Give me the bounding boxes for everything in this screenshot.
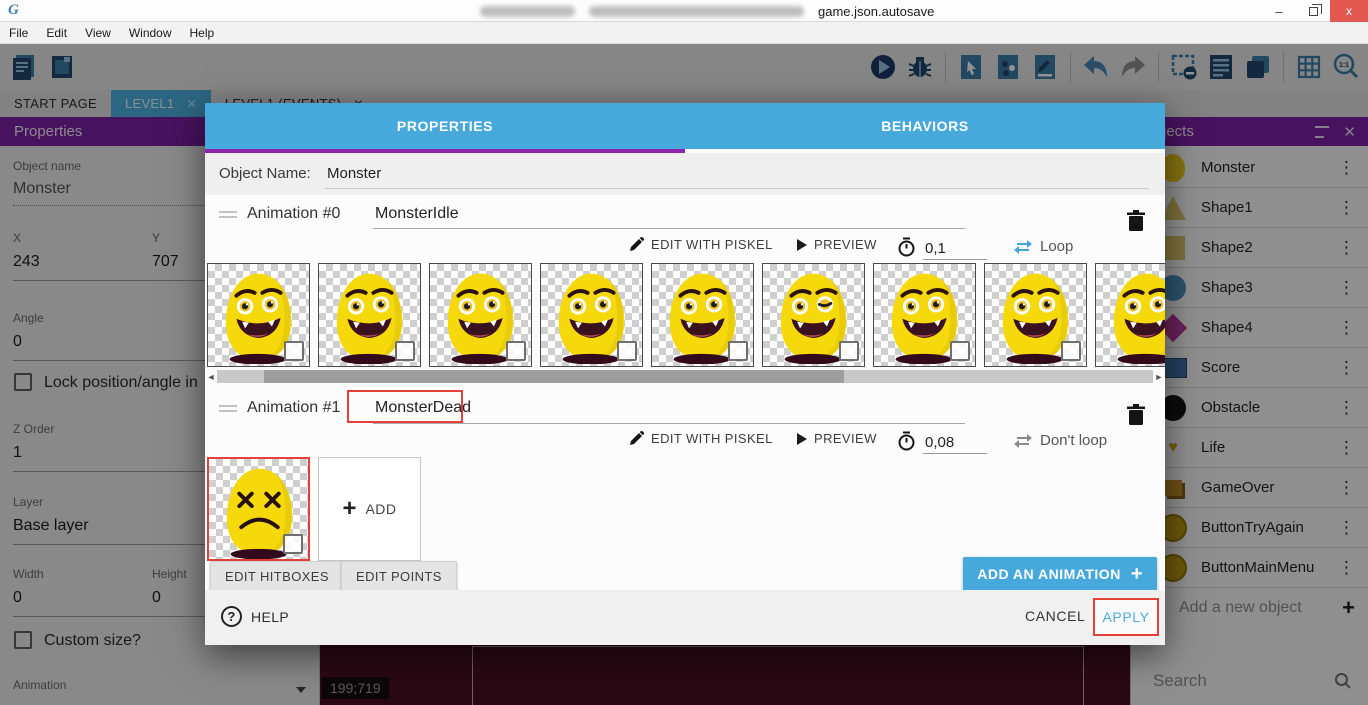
loop-toggle[interactable]: Loop (1013, 237, 1073, 255)
animation-1-frames: +ADD (207, 457, 1163, 563)
play-icon (797, 239, 807, 251)
window-title-text: game.json.autosave (818, 4, 934, 19)
animation-frame-thumbnail[interactable] (984, 263, 1087, 367)
frame-duration (897, 237, 916, 257)
time-between-frames-input[interactable]: 0,1 (923, 240, 987, 260)
menu-edit[interactable]: Edit (37, 22, 76, 44)
object-editor-dialog: PROPERTIES BEHAVIORS Object Name: Monste… (205, 103, 1165, 645)
minimize-button[interactable]: – (1262, 0, 1296, 22)
animation-0-controls: EDIT WITH PISKEL PREVIEW 0,1 Loop (205, 237, 1165, 265)
animation-0-title: Animation #0 (247, 205, 340, 223)
cancel-button[interactable]: CANCEL (1025, 608, 1085, 624)
animation-1-header: Animation #1 MonsterDead (205, 389, 1165, 429)
drag-handle-icon[interactable] (219, 211, 237, 221)
frame-checkbox[interactable] (395, 341, 415, 361)
frames-scrollbar[interactable]: ◄ ► (205, 370, 1165, 383)
animation-1-controls: EDIT WITH PISKEL PREVIEW 0,08 Don't loop (205, 431, 1165, 459)
animation-frame-thumbnail[interactable] (540, 263, 643, 367)
tab-behaviors[interactable]: BEHAVIORS (685, 103, 1165, 149)
pencil-icon (629, 431, 644, 446)
animation-frame-thumbnail[interactable] (429, 263, 532, 367)
menu-file[interactable]: File (0, 22, 37, 44)
frame-checkbox[interactable] (1061, 341, 1081, 361)
dialog-footer: ? HELP CANCEL APPLY (205, 590, 1165, 645)
dialog-tab-bar: PROPERTIES BEHAVIORS (205, 103, 1165, 149)
scrollbar-thumb[interactable] (264, 370, 844, 383)
menu-help[interactable]: Help (181, 22, 224, 44)
app-window: G game.json.autosave – x FileEditViewWin… (0, 0, 1368, 705)
frame-checkbox[interactable] (839, 341, 859, 361)
animation-frame-thumbnail[interactable] (762, 263, 865, 367)
edit-with-piskel-button[interactable]: EDIT WITH PISKEL (629, 431, 773, 446)
edit-hitboxes-button[interactable]: EDIT HITBOXES (210, 561, 344, 591)
object-name-input[interactable]: Monster (327, 165, 381, 182)
pencil-icon (629, 237, 644, 252)
animation-frame-thumbnail[interactable] (1095, 263, 1165, 367)
drag-handle-icon[interactable] (219, 405, 237, 415)
frame-checkbox[interactable] (950, 341, 970, 361)
loop-toggle[interactable]: Don't loop (1013, 431, 1107, 449)
frame-checkbox[interactable] (506, 341, 526, 361)
frame-checkbox[interactable] (617, 341, 637, 361)
tab-properties[interactable]: PROPERTIES (205, 103, 685, 149)
window-title: game.json.autosave (480, 4, 934, 19)
restore-icon (1309, 7, 1318, 16)
gdevelop-logo-icon: G (8, 2, 19, 19)
animation-frame-thumbnail[interactable] (873, 263, 976, 367)
loop-icon (1013, 237, 1033, 255)
animation-frame-thumbnail[interactable] (651, 263, 754, 367)
animation-0-name-input[interactable]: MonsterIdle (375, 205, 459, 223)
add-animation-button[interactable]: ADD AN ANIMATION+ (963, 557, 1157, 591)
animation-frame-thumbnail[interactable] (207, 457, 310, 561)
menu-window[interactable]: Window (120, 22, 181, 44)
edit-with-piskel-button[interactable]: EDIT WITH PISKEL (629, 237, 773, 252)
plus-icon: + (342, 495, 356, 523)
blurred-title-segment (480, 6, 575, 17)
animation-0-header: Animation #0 MonsterIdle (205, 195, 1165, 235)
animation-0-frames (207, 263, 1163, 369)
animation-frame-thumbnail[interactable] (318, 263, 421, 367)
time-between-frames-input[interactable]: 0,08 (923, 434, 987, 454)
edit-points-button[interactable]: EDIT POINTS (341, 561, 457, 591)
delete-animation-icon[interactable] (1125, 209, 1147, 233)
blurred-title-segment (589, 6, 804, 17)
timer-icon (897, 237, 916, 257)
animation-1-title: Animation #1 (247, 399, 340, 417)
object-name-label: Object Name: (219, 165, 311, 182)
animation-1-name-input[interactable]: MonsterDead (375, 399, 471, 417)
close-button[interactable]: x (1330, 0, 1368, 22)
apply-button[interactable]: APPLY (1093, 598, 1159, 636)
frame-checkbox[interactable] (284, 341, 304, 361)
play-icon (797, 433, 807, 445)
help-icon: ? (221, 606, 242, 627)
delete-animation-icon[interactable] (1125, 403, 1147, 427)
scroll-right-icon[interactable]: ► (1153, 372, 1165, 382)
menu-bar: FileEditViewWindowHelp (0, 22, 1368, 44)
animation-frame-thumbnail[interactable] (207, 263, 310, 367)
scroll-left-icon[interactable]: ◄ (205, 372, 217, 382)
loop-icon (1013, 431, 1033, 449)
title-bar: G game.json.autosave – x (0, 0, 1368, 22)
add-frame-button[interactable]: +ADD (318, 457, 421, 561)
frame-duration (897, 431, 916, 451)
frame-checkbox[interactable] (728, 341, 748, 361)
timer-icon (897, 431, 916, 451)
preview-button[interactable]: PREVIEW (797, 431, 877, 446)
frame-checkbox[interactable] (283, 534, 303, 554)
preview-button[interactable]: PREVIEW (797, 237, 877, 252)
menu-view[interactable]: View (76, 22, 120, 44)
help-button[interactable]: ? HELP (221, 606, 289, 627)
plus-icon: + (1131, 563, 1143, 586)
restore-button[interactable] (1296, 0, 1330, 22)
object-name-row: Object Name: Monster (205, 153, 1165, 195)
